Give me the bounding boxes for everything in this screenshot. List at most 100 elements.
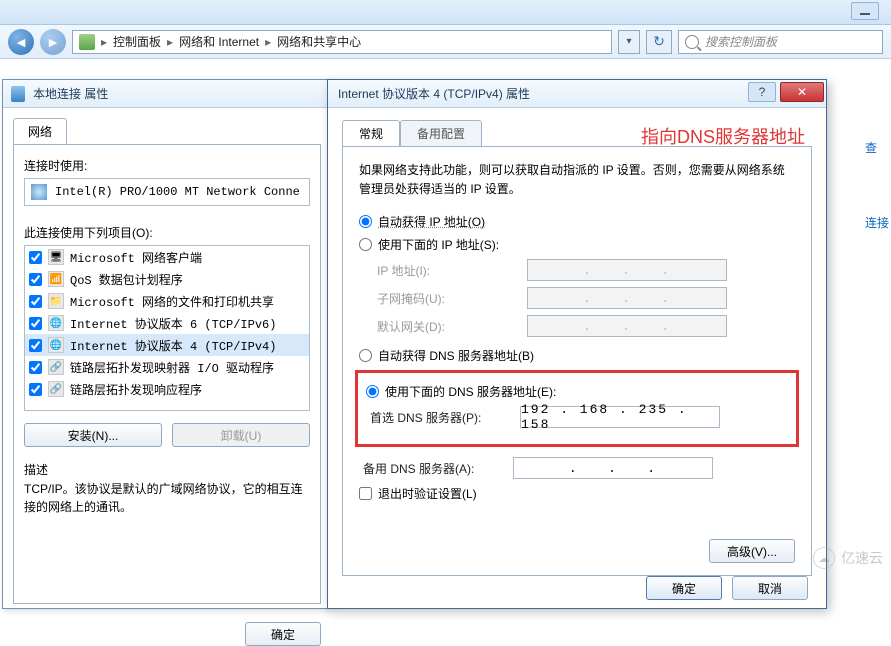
install-button[interactable]: 安装(N)... bbox=[24, 423, 162, 447]
uninstall-button: 卸载(U) bbox=[172, 423, 310, 447]
adapter-name: Intel(R) PRO/1000 MT Network Conne bbox=[55, 185, 300, 199]
dialog-panel: 如果网络支持此功能，则可以获取自动指派的 IP 设置。否则，您需要从网络系统管理… bbox=[342, 146, 812, 576]
chevron-right-icon: ▸ bbox=[167, 35, 173, 49]
help-button[interactable]: ? bbox=[748, 82, 776, 102]
close-button[interactable]: ✕ bbox=[780, 82, 824, 102]
item-checkbox[interactable] bbox=[29, 361, 42, 374]
refresh-button[interactable]: ↻ bbox=[646, 30, 672, 54]
item-checkbox[interactable] bbox=[29, 383, 42, 396]
annotation-frame: 使用下面的 DNS 服务器地址(E): 首选 DNS 服务器(P): 192 . … bbox=[355, 370, 799, 447]
link-connect[interactable]: 连接 bbox=[865, 214, 889, 231]
dns-manual-radio[interactable] bbox=[366, 385, 379, 398]
topology-icon: 🔗 bbox=[48, 381, 64, 397]
ip-address-label: IP 地址(I): bbox=[377, 262, 517, 279]
ok-button[interactable]: 确定 bbox=[245, 622, 321, 646]
alternate-dns-label: 备用 DNS 服务器(A): bbox=[363, 460, 503, 477]
ip-auto-label: 自动获得 IP 地址(O) bbox=[378, 213, 485, 230]
ip-manual-label: 使用下面的 IP 地址(S): bbox=[378, 236, 499, 253]
list-item: 🔗链路层拓扑发现响应程序 bbox=[25, 378, 309, 400]
dns-auto-label: 自动获得 DNS 服务器地址(B) bbox=[378, 347, 534, 364]
crumb-control-panel[interactable]: 控制面板 bbox=[113, 33, 161, 50]
link-view[interactable]: 查 bbox=[865, 139, 889, 156]
validate-checkbox[interactable] bbox=[359, 487, 372, 500]
share-icon: 📁 bbox=[48, 293, 64, 309]
control-panel-icon bbox=[79, 34, 95, 50]
search-icon bbox=[685, 35, 699, 49]
subnet-mask-label: 子网掩码(U): bbox=[377, 290, 517, 307]
tab-network[interactable]: 网络 bbox=[13, 118, 67, 144]
ipv4-properties-dialog: Internet 协议版本 4 (TCP/IPv4) 属性 ? ✕ 常规 备用配… bbox=[327, 79, 827, 609]
back-button[interactable]: ◄ bbox=[8, 29, 34, 55]
tab-alternate[interactable]: 备用配置 bbox=[400, 120, 482, 146]
client-icon: 🖥 bbox=[48, 249, 64, 265]
side-links: 查 连接 bbox=[865, 139, 889, 289]
intro-text: 如果网络支持此功能，则可以获取自动指派的 IP 设置。否则，您需要从网络系统管理… bbox=[359, 161, 795, 199]
dialog-title: Internet 协议版本 4 (TCP/IPv4) 属性 bbox=[338, 85, 530, 102]
crumb-network-internet[interactable]: 网络和 Internet bbox=[179, 33, 259, 50]
forward-button[interactable]: ► bbox=[40, 29, 66, 55]
dialog-title: 本地连接 属性 bbox=[33, 85, 108, 102]
local-connection-properties-dialog: 本地连接 属性 网络 连接时使用: Intel(R) PRO/1000 MT N… bbox=[2, 79, 332, 609]
ip-manual-radio-row: 使用下面的 IP 地址(S): bbox=[359, 236, 795, 253]
advanced-button[interactable]: 高级(V)... bbox=[709, 539, 795, 563]
list-item-selected: 🌐Internet 协议版本 4 (TCP/IPv4) bbox=[25, 334, 309, 356]
watermark: ☁ 亿速云 bbox=[813, 547, 883, 569]
cloud-icon: ☁ bbox=[813, 547, 835, 569]
dialog-title-bar[interactable]: Internet 协议版本 4 (TCP/IPv4) 属性 ? ✕ bbox=[328, 80, 826, 108]
address-dropdown[interactable]: ▾ bbox=[618, 30, 640, 54]
preferred-dns-label: 首选 DNS 服务器(P): bbox=[370, 409, 510, 426]
gateway-label: 默认网关(D): bbox=[377, 318, 517, 335]
dialog-title-bar[interactable]: 本地连接 属性 bbox=[3, 80, 331, 108]
item-checkbox[interactable] bbox=[29, 317, 42, 330]
ip-manual-radio[interactable] bbox=[359, 238, 372, 251]
tab-general[interactable]: 常规 bbox=[342, 120, 400, 146]
subnet-mask-input: . . . bbox=[527, 287, 727, 309]
protocol-list[interactable]: 🖥Microsoft 网络客户端 📶QoS 数据包计划程序 📁Microsoft… bbox=[24, 245, 310, 411]
item-checkbox[interactable] bbox=[29, 339, 42, 352]
protocol-icon: 🌐 bbox=[48, 315, 64, 331]
alternate-dns-input[interactable]: . . . bbox=[513, 457, 713, 479]
gateway-input: . . . bbox=[527, 315, 727, 337]
item-checkbox[interactable] bbox=[29, 295, 42, 308]
address-bar: ◄ ► ▸ 控制面板 ▸ 网络和 Internet ▸ 网络和共享中心 ▾ ↻ … bbox=[0, 25, 891, 59]
crumb-sharing-center[interactable]: 网络和共享中心 bbox=[277, 33, 361, 50]
window-chrome bbox=[0, 0, 891, 25]
dns-auto-radio-row: 自动获得 DNS 服务器地址(B) bbox=[359, 347, 795, 364]
list-item: 📁Microsoft 网络的文件和打印机共享 bbox=[25, 290, 309, 312]
dns-auto-radio[interactable] bbox=[359, 349, 372, 362]
ip-auto-radio-row: 自动获得 IP 地址(O) bbox=[359, 213, 795, 230]
dns-manual-label: 使用下面的 DNS 服务器地址(E): bbox=[385, 383, 556, 400]
description-heading: 描述 bbox=[24, 461, 310, 478]
protocol-icon: 🌐 bbox=[48, 337, 64, 353]
connect-using-label: 连接时使用: bbox=[24, 157, 310, 174]
preferred-dns-input[interactable]: 192 . 168 . 235 . 158 bbox=[520, 406, 720, 428]
items-label: 此连接使用下列项目(O): bbox=[24, 224, 310, 241]
dialog-panel: 连接时使用: Intel(R) PRO/1000 MT Network Conn… bbox=[13, 144, 321, 604]
network-adapter-icon bbox=[11, 86, 25, 102]
list-item: 🔗链路层拓扑发现映射器 I/O 驱动程序 bbox=[25, 356, 309, 378]
item-checkbox[interactable] bbox=[29, 273, 42, 286]
ip-address-input: . . . bbox=[527, 259, 727, 281]
breadcrumb[interactable]: ▸ 控制面板 ▸ 网络和 Internet ▸ 网络和共享中心 bbox=[72, 30, 612, 54]
chevron-right-icon: ▸ bbox=[265, 35, 271, 49]
list-item: 🌐Internet 协议版本 6 (TCP/IPv6) bbox=[25, 312, 309, 334]
description-text: TCP/IP。该协议是默认的广域网络协议，它的相互连接的网络上的通讯。 bbox=[24, 480, 310, 516]
validate-label: 退出时验证设置(L) bbox=[378, 485, 477, 502]
adapter-icon bbox=[31, 184, 47, 200]
topology-icon: 🔗 bbox=[48, 359, 64, 375]
minimize-button[interactable] bbox=[851, 2, 879, 20]
qos-icon: 📶 bbox=[48, 271, 64, 287]
chevron-right-icon: ▸ bbox=[101, 35, 107, 49]
search-placeholder: 搜索控制面板 bbox=[705, 33, 777, 50]
list-item: 🖥Microsoft 网络客户端 bbox=[25, 246, 309, 268]
search-input[interactable]: 搜索控制面板 bbox=[678, 30, 883, 54]
cancel-button[interactable]: 取消 bbox=[732, 576, 808, 600]
ip-auto-radio[interactable] bbox=[359, 215, 372, 228]
adapter-field[interactable]: Intel(R) PRO/1000 MT Network Conne bbox=[24, 178, 310, 206]
item-checkbox[interactable] bbox=[29, 251, 42, 264]
ok-button[interactable]: 确定 bbox=[646, 576, 722, 600]
list-item: 📶QoS 数据包计划程序 bbox=[25, 268, 309, 290]
watermark-text: 亿速云 bbox=[841, 548, 883, 568]
dns-manual-radio-row: 使用下面的 DNS 服务器地址(E): bbox=[366, 383, 788, 400]
annotation-text: 指向DNS服务器地址 bbox=[641, 123, 805, 149]
